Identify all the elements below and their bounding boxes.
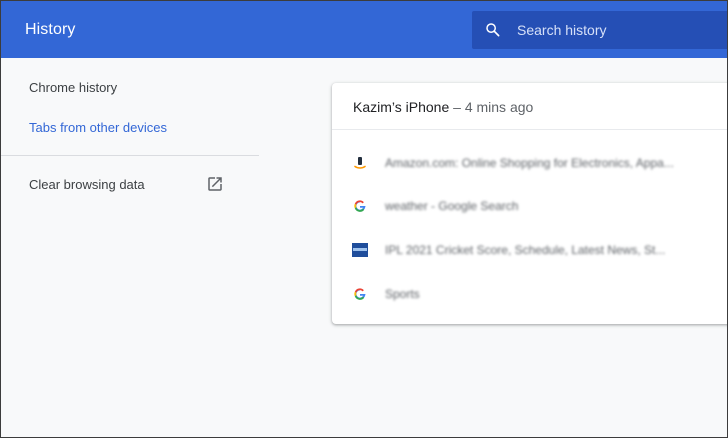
cricket-site-favicon <box>352 243 368 257</box>
tab-title[interactable]: Amazon.com: Online Shopping for Electron… <box>385 156 674 170</box>
device-name: Kazim’s iPhone – 4 mins ago <box>353 98 533 116</box>
tab-title[interactable]: IPL 2021 Cricket Score, Schedule, Latest… <box>385 243 665 257</box>
sidebar-divider <box>1 155 259 156</box>
device-card-header[interactable]: Kazim’s iPhone – 4 mins ago <box>332 83 727 130</box>
google-favicon <box>354 288 366 300</box>
search-icon[interactable] <box>484 21 502 39</box>
sidebar-item-tabs-from-other-devices[interactable]: Tabs from other devices <box>29 120 167 136</box>
tab-row[interactable]: IPL 2021 Cricket Score, Schedule, Latest… <box>332 236 727 264</box>
search-box[interactable] <box>472 11 727 49</box>
device-name-text: Kazim’s iPhone <box>353 99 450 115</box>
amazon-favicon <box>354 157 366 169</box>
history-page: History Chrome history Tabs from other d… <box>0 0 728 438</box>
device-last-synced: – 4 mins ago <box>449 99 534 115</box>
page-title: History <box>25 21 76 38</box>
sidebar-item-clear-browsing-data[interactable]: Clear browsing data <box>29 177 145 193</box>
toolbar: History <box>1 1 727 58</box>
sidebar-item-chrome-history[interactable]: Chrome history <box>29 80 117 96</box>
google-favicon <box>354 200 366 212</box>
tab-row[interactable]: weather - Google Search <box>332 192 727 220</box>
tab-title[interactable]: Sports <box>385 287 420 301</box>
tab-row[interactable]: Sports <box>332 280 727 308</box>
tab-title[interactable]: weather - Google Search <box>385 199 518 213</box>
device-card: Kazim’s iPhone – 4 mins ago Amazon.com: … <box>332 83 727 324</box>
tab-row[interactable]: Amazon.com: Online Shopping for Electron… <box>332 149 727 177</box>
open-in-new-icon[interactable] <box>206 175 224 193</box>
search-input[interactable] <box>517 11 717 49</box>
